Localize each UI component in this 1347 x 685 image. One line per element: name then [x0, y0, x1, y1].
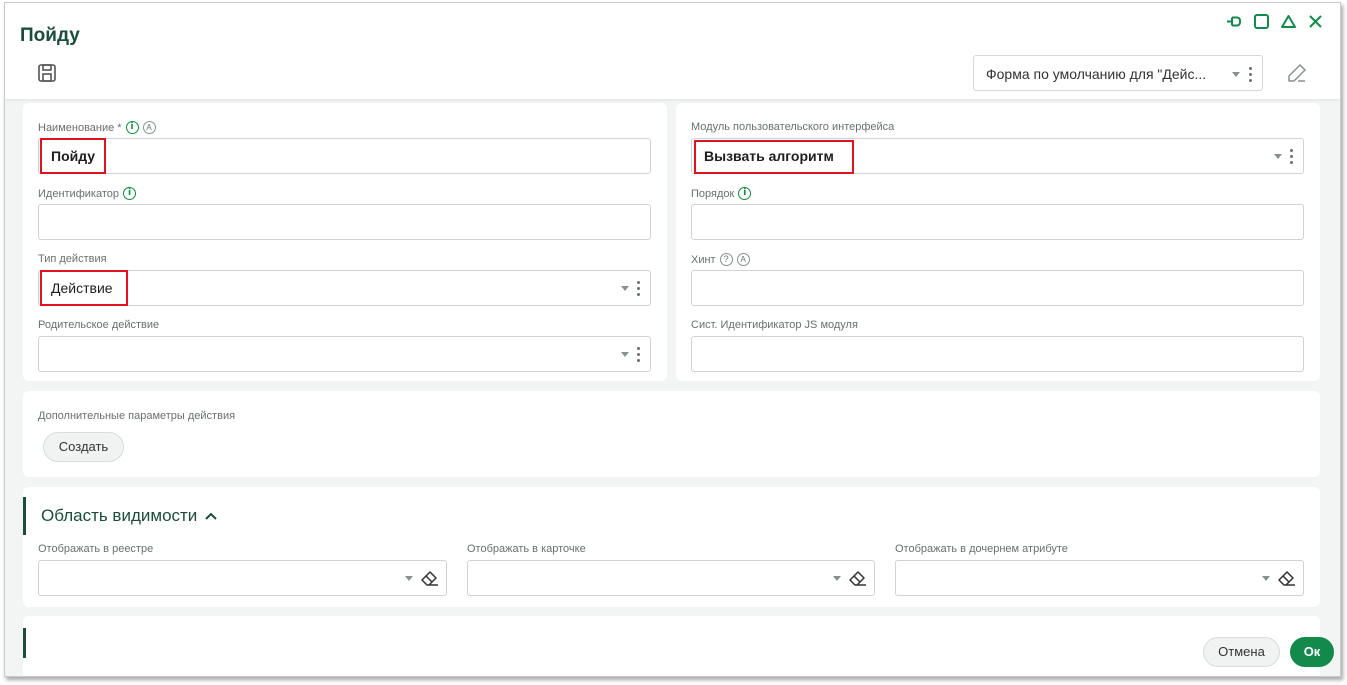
more-icon[interactable]	[1290, 149, 1294, 165]
maximize-icon[interactable]	[1253, 13, 1270, 30]
chevron-down-icon[interactable]	[833, 576, 841, 581]
visibility-section-toggle[interactable]: Область видимости	[41, 506, 218, 526]
main-card-left: Наименование * i A Пойду Идентификатор i…	[23, 103, 667, 381]
order-label: Порядок	[691, 187, 735, 200]
highlight-box	[40, 138, 106, 174]
translate-icon[interactable]: A	[142, 121, 156, 134]
params-card: Дополнительные параметры действия Создат…	[23, 391, 1320, 477]
save-icon[interactable]	[37, 63, 57, 83]
more-icon[interactable]	[1249, 67, 1253, 83]
info-icon[interactable]: i	[125, 121, 139, 134]
window-controls	[1226, 13, 1324, 30]
next-section-card	[23, 616, 1320, 676]
visibility-title: Область видимости	[41, 506, 198, 525]
chevron-up-icon[interactable]	[205, 512, 218, 520]
help-icon[interactable]: ?	[719, 253, 733, 266]
close-icon[interactable]	[1307, 13, 1324, 30]
more-icon[interactable]	[637, 347, 641, 363]
name-input[interactable]: Пойду	[38, 138, 651, 174]
visibility-card: Область видимости Отображать в реестре О…	[23, 487, 1320, 607]
chevron-down-icon[interactable]	[1274, 154, 1282, 159]
child-attr-select[interactable]	[895, 560, 1304, 596]
form-select[interactable]: Форма по умолчанию для "Дейс...	[973, 55, 1263, 91]
eraser-icon[interactable]	[1277, 569, 1297, 587]
chevron-down-icon[interactable]	[405, 576, 413, 581]
card-display-select[interactable]	[467, 560, 875, 596]
create-button[interactable]: Создать	[43, 432, 124, 462]
form-select-value: Форма по умолчанию для "Дейс...	[986, 66, 1207, 82]
info-icon[interactable]: i	[738, 187, 752, 200]
more-icon[interactable]	[637, 281, 641, 297]
main-card-right: Модуль пользовательского интерфейса Вызв…	[676, 103, 1320, 381]
pin-icon[interactable]	[1226, 13, 1243, 30]
chevron-down-icon[interactable]	[1232, 72, 1240, 77]
parent-action-label: Родительское действие	[38, 319, 160, 331]
cancel-button[interactable]: Отмена	[1203, 637, 1280, 667]
section-accent-bar	[23, 628, 26, 658]
hint-label: Хинт	[691, 253, 716, 266]
card-display-label: Отображать в карточке	[467, 543, 586, 555]
identifier-label: Идентификатор	[38, 187, 119, 200]
chevron-down-icon[interactable]	[1262, 576, 1270, 581]
dialog-header: Пойду Форма по умолчанию для "Дейс...	[5, 3, 1340, 99]
child-attr-label: Отображать в дочернем атрибуте	[895, 543, 1068, 555]
dialog-title: Пойду	[20, 25, 80, 46]
registry-select[interactable]	[38, 560, 447, 596]
action-type-label: Тип действия	[38, 253, 107, 265]
eraser-icon[interactable]	[420, 569, 440, 587]
ui-module-label: Модуль пользовательского интерфейса	[691, 121, 895, 133]
name-label: Наименование *	[38, 121, 122, 134]
section-accent-bar	[23, 497, 26, 535]
action-type-select[interactable]: Действие	[38, 270, 651, 306]
dialog-window: Пойду Форма по умолчанию для "Дейс... На…	[4, 2, 1341, 677]
info-icon[interactable]: i	[122, 187, 136, 200]
edit-icon[interactable]	[1286, 62, 1308, 84]
chevron-down-icon[interactable]	[621, 352, 629, 357]
highlight-box	[40, 270, 128, 306]
parent-action-select[interactable]	[38, 336, 651, 372]
js-module-input[interactable]	[691, 336, 1304, 372]
ok-button[interactable]: Ок	[1290, 637, 1334, 667]
hint-input[interactable]	[691, 270, 1304, 306]
chevron-down-icon[interactable]	[621, 286, 629, 291]
highlight-box	[694, 140, 854, 174]
params-label: Дополнительные параметры действия	[38, 410, 236, 422]
registry-label: Отображать в реестре	[38, 543, 154, 555]
identifier-input[interactable]	[38, 204, 651, 240]
translate-icon[interactable]: A	[736, 253, 750, 266]
js-module-label: Сист. Идентификатор JS модуля	[691, 319, 858, 331]
order-input[interactable]	[691, 204, 1304, 240]
collapse-icon[interactable]	[1280, 13, 1297, 30]
eraser-icon[interactable]	[848, 569, 868, 587]
